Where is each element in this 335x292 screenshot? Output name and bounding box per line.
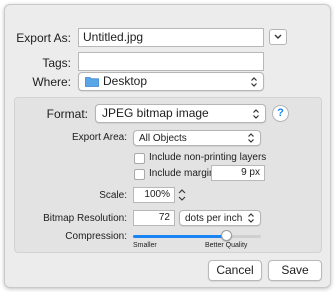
scale-field[interactable]: 100% (133, 187, 175, 203)
resolution-field[interactable]: 72 (133, 210, 175, 226)
slider-knob[interactable] (221, 230, 232, 241)
tags-field[interactable] (78, 52, 264, 71)
export-area-popup[interactable]: All Objects (133, 130, 261, 146)
format-value: JPEG bitmap image (102, 106, 209, 120)
include-non-printing-label: Include non-printing layers (149, 152, 267, 163)
stepper-arrows-icon (178, 189, 186, 201)
popup-arrows-icon (248, 133, 254, 143)
scale-label: Scale: (99, 190, 127, 201)
resolution-unit-popup[interactable]: dots per inch (179, 210, 261, 226)
filename-field[interactable]: Untitled.jpg (78, 28, 264, 47)
popup-arrows-icon (251, 76, 257, 87)
save-button[interactable]: Save (268, 260, 322, 281)
slider-fill (133, 235, 227, 238)
cancel-button[interactable]: Cancel (208, 260, 262, 281)
export-as-label: Export As: (16, 31, 71, 45)
tags-label: Tags: (42, 56, 71, 70)
options-panel: Format: JPEG bitmap image ? Export Area:… (14, 97, 322, 253)
chevron-down-icon (274, 34, 282, 39)
resolution-unit-value: dots per inch (185, 213, 243, 224)
include-margin-label: Include margin: (149, 168, 218, 179)
where-label: Where: (32, 75, 71, 89)
export-area-value: All Objects (139, 133, 187, 144)
compression-slider[interactable] (133, 229, 261, 243)
include-non-printing-checkbox[interactable] (134, 153, 145, 164)
help-button[interactable]: ? (272, 105, 289, 122)
help-icon: ? (277, 107, 284, 119)
folder-icon (85, 77, 99, 87)
where-popup[interactable]: Desktop (78, 72, 264, 91)
export-area-label: Export Area: (71, 132, 127, 143)
format-label: Format: (46, 107, 88, 121)
export-dialog: Export As: Untitled.jpg Tags: Where: Des… (4, 4, 331, 288)
popup-arrows-icon (253, 108, 259, 119)
margin-field[interactable]: 9 px (211, 165, 265, 181)
scale-stepper[interactable] (177, 187, 187, 203)
format-popup[interactable]: JPEG bitmap image (95, 104, 266, 123)
popup-arrows-icon (248, 213, 254, 223)
include-margin-checkbox[interactable] (134, 169, 145, 180)
compression-min-label: Smaller (133, 242, 157, 249)
compression-max-label: Better Quality (205, 242, 248, 249)
expand-dialog-button[interactable] (269, 29, 287, 45)
compression-label: Compression: (65, 231, 127, 242)
where-value: Desktop (103, 74, 148, 88)
bitmap-resolution-label: Bitmap Resolution: (43, 213, 127, 224)
